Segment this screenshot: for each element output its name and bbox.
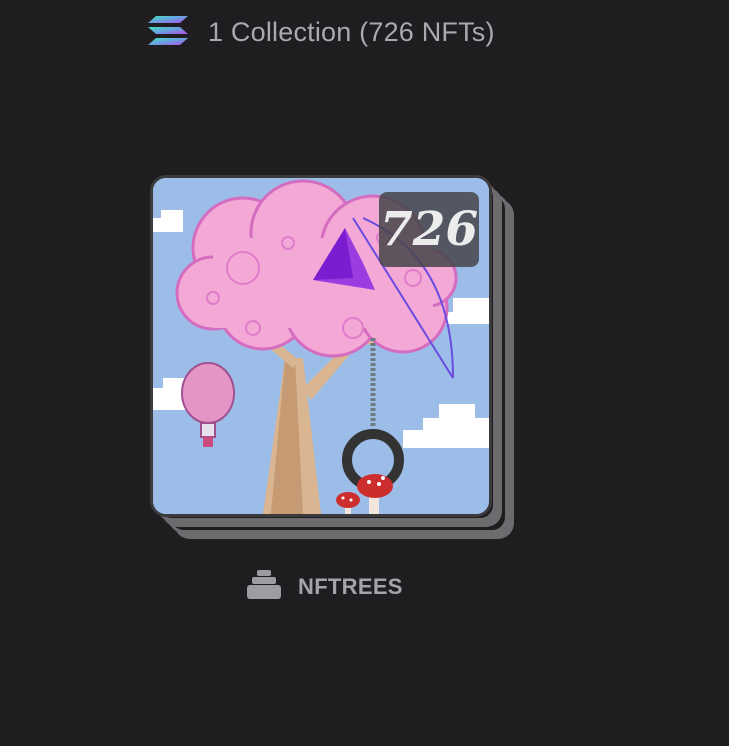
- collection-cover-image[interactable]: 726: [150, 175, 492, 517]
- solana-logo-icon: [148, 14, 188, 51]
- nft-count-badge: 726: [379, 192, 479, 267]
- collection-name: NFTREES: [298, 573, 403, 599]
- collection-summary-header: 1 Collection (726 NFTs): [148, 14, 495, 51]
- stack-icon: [246, 568, 282, 605]
- collection-label[interactable]: NFTREES: [246, 568, 403, 605]
- collection-summary-title: 1 Collection (726 NFTs): [208, 17, 495, 47]
- collection-card-nftrees[interactable]: 726: [150, 175, 515, 543]
